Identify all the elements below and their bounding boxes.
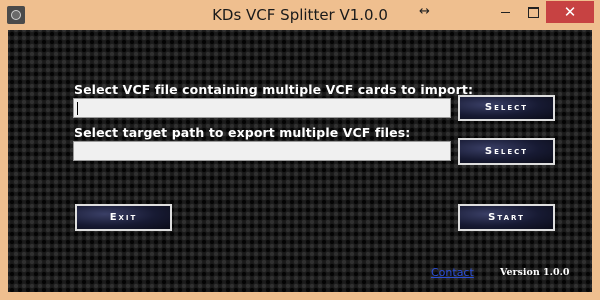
close-button[interactable]: ✕ [546, 1, 594, 23]
import-file-input[interactable] [73, 98, 451, 118]
close-icon: ✕ [563, 3, 577, 21]
main-panel: Select VCF file containing multiple VCF … [8, 30, 592, 292]
contact-link[interactable]: Contact [431, 266, 474, 279]
select-import-button[interactable]: Select [458, 95, 555, 121]
title-bar[interactable]: KDs VCF Splitter V1.0.0 ↔ ✕ [0, 0, 600, 30]
version-label: Version 1.0.0 [500, 267, 570, 278]
resize-cursor-icon: ↔ [419, 4, 430, 19]
export-path-input[interactable] [73, 141, 451, 161]
select-export-label: Select [484, 146, 529, 157]
app-window: KDs VCF Splitter V1.0.0 ↔ ✕ Select VCF f… [0, 0, 600, 300]
start-label: Start [488, 212, 525, 223]
minimize-icon [500, 12, 510, 13]
export-label: Select target path to export multiple VC… [74, 125, 411, 140]
minimize-button[interactable] [491, 1, 519, 23]
exit-label: Exit [109, 212, 138, 223]
maximize-icon [527, 7, 539, 18]
import-label: Select VCF file containing multiple VCF … [74, 82, 474, 97]
maximize-button[interactable] [519, 1, 547, 23]
start-button[interactable]: Start [458, 204, 555, 231]
text-caret [77, 102, 78, 115]
select-import-label: Select [484, 102, 529, 113]
select-export-button[interactable]: Select [458, 138, 555, 165]
exit-button[interactable]: Exit [75, 204, 172, 231]
